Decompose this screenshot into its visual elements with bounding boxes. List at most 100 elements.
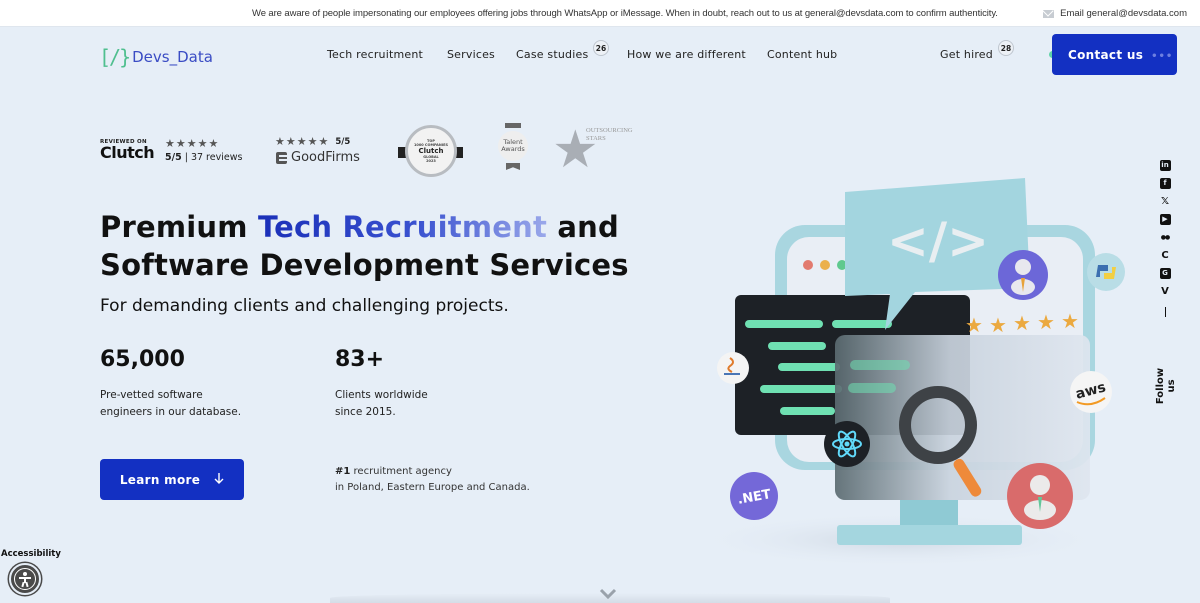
outsourcing-stars-text: OUTSOURCING STARS <box>586 127 633 143</box>
main-navigation: [/} Devs_Data Tech recruitment Services … <box>0 27 1200 87</box>
devsdata-logo[interactable]: [/} Devs_Data <box>99 45 213 69</box>
nav-content-hub[interactable]: Content hub <box>767 48 837 61</box>
medium-icon[interactable]: ●● <box>1160 232 1171 243</box>
clutch-review-logo[interactable]: REVIEWED ON Clutch <box>100 139 155 162</box>
talent-awards-badge: Talent Awards <box>498 123 528 175</box>
clutch-score: 5/5 | 37 reviews <box>165 152 243 163</box>
clutch-icon[interactable]: C <box>1160 250 1171 261</box>
agency-line1: recruitment agency <box>350 466 452 477</box>
goodfirms-icon <box>276 151 287 164</box>
facebook-icon[interactable]: f <box>1159 178 1171 189</box>
stat-line: Pre-vetted software <box>100 389 203 401</box>
nav-tech-recruitment[interactable]: Tech recruitment <box>327 48 423 61</box>
code-line <box>832 320 892 328</box>
award-text: Awards <box>501 145 525 153</box>
stat-engineers-value: 65,000 <box>100 347 185 372</box>
linkedin-icon[interactable]: in <box>1159 160 1171 171</box>
five-stars-icon: ★ ★ ★ ★ ★ <box>965 309 1079 337</box>
code-line <box>745 320 823 328</box>
nav-case-studies[interactable]: Case studies <box>516 48 588 61</box>
window-dot-yellow <box>820 260 830 270</box>
clutch-brand: Clutch <box>100 143 155 162</box>
email-label: Email general@devsdata.com <box>1060 8 1187 19</box>
stat-line: Clients worldwide <box>335 389 428 401</box>
window-dot-red <box>803 260 813 270</box>
blurred-code-line <box>848 383 896 393</box>
python-badge-icon <box>1087 253 1125 291</box>
follow-us-label: Follow us <box>1155 367 1177 405</box>
java-badge-icon <box>717 352 749 384</box>
agency-rank: #1 <box>335 466 351 477</box>
nav-how-we-are-different[interactable]: How we are different <box>627 48 746 61</box>
monitor-neck <box>900 500 958 528</box>
clutch-review-count: 37 reviews <box>190 152 243 163</box>
award-top-bar <box>505 123 521 128</box>
x-icon[interactable]: 𝕏 <box>1160 196 1171 207</box>
svg-text:★: ★ <box>1061 309 1079 333</box>
clutch-stars-icon: ★★★★★ <box>165 137 220 150</box>
accessibility-label: Accessibility <box>1 549 61 559</box>
award-text: STARS <box>586 135 606 142</box>
award-bottom-ribbon <box>506 163 520 170</box>
award-seal: TOP 1000 COMPANIES Clutch GLOBAL 2023 <box>405 125 457 177</box>
award-year: 2023 <box>426 159 436 163</box>
agency-ranking: #1 recruitment agency in Poland, Eastern… <box>335 464 530 496</box>
goodfirms-score: 5/5 <box>335 136 351 147</box>
logo-text: Devs_Data <box>132 48 213 66</box>
computer-illustration: </> ★ ★ ★ ★ ★ .NET aws <box>690 178 1125 568</box>
blurred-code-line <box>850 360 910 370</box>
clutch-score-value: 5/5 <box>165 152 182 163</box>
svg-text:★: ★ <box>1037 310 1055 334</box>
goodfirms-logo[interactable]: GoodFirms <box>276 150 360 165</box>
arrow-down-icon <box>214 472 224 488</box>
hero-illustration: </> ★ ★ ★ ★ ★ .NET aws <box>690 170 1150 590</box>
stat-line: engineers in our database. <box>100 406 242 418</box>
vimeo-icon[interactable]: V <box>1160 286 1171 297</box>
dots-icon: ••• <box>1151 51 1174 62</box>
scroll-down-chevron-icon[interactable] <box>598 586 618 600</box>
nav-services[interactable]: Services <box>447 48 495 61</box>
svg-text:★: ★ <box>965 313 983 337</box>
stat-clients-value: 83+ <box>335 347 385 372</box>
code-line <box>760 385 842 393</box>
nav-get-hired[interactable]: Get hired <box>940 48 993 61</box>
mail-icon <box>1043 9 1055 18</box>
contact-us-button[interactable]: Contact us ••• <box>1052 34 1177 75</box>
goodfirms-stars-icon: ★★★★★ <box>275 135 330 148</box>
headline-post: Services <box>479 248 629 282</box>
stat-clients-description: Clients worldwide since 2015. <box>335 387 428 421</box>
social-divider <box>1164 307 1166 317</box>
email-link[interactable]: Email general@devsdata.com <box>1043 8 1187 19</box>
svg-text:★: ★ <box>989 313 1007 337</box>
outsourcing-stars-badge: ★ OUTSOURCING STARS <box>552 124 642 176</box>
headline-pre: Premium <box>100 210 258 244</box>
stat-engineers-description: Pre-vetted software engineers in our dat… <box>100 387 241 421</box>
award-text: OUTSOURCING <box>586 127 633 134</box>
goodfirms-brand: GoodFirms <box>291 150 360 165</box>
code-symbol: </> <box>887 212 989 270</box>
announcement-bar: We are aware of people impersonating our… <box>0 0 1200 27</box>
social-links: in f 𝕏 ▶ ●● C G V <box>1158 160 1172 317</box>
code-line <box>780 407 835 415</box>
learn-more-label: Learn more <box>119 472 201 487</box>
clutch-top-1000-award-badge: TOP 1000 COMPANIES Clutch GLOBAL 2023 <box>398 125 463 180</box>
monitor-base <box>837 525 1022 545</box>
award-brand: Clutch <box>418 147 444 155</box>
goodfirms-icon[interactable]: G <box>1159 268 1171 279</box>
svg-text:★: ★ <box>1013 311 1031 335</box>
youtube-icon[interactable]: ▶ <box>1159 214 1171 225</box>
accessibility-button[interactable] <box>9 563 41 595</box>
headline-mid: and <box>547 210 619 244</box>
learn-more-button[interactable]: Learn more <box>100 459 244 500</box>
stat-line: since 2015. <box>335 406 396 418</box>
case-studies-count-badge: 26 <box>593 40 609 56</box>
code-line <box>768 342 826 350</box>
accessibility-icon <box>14 568 36 590</box>
hero-subheadline: For demanding clients and challenging pr… <box>100 296 509 316</box>
hero-headline: Premium Tech Recruitment and Software De… <box>100 208 629 284</box>
impersonation-notice: We are aware of people impersonating our… <box>252 8 998 19</box>
goodfirms-rating: ★★★★★ 5/5 <box>275 135 350 148</box>
logo-mark-icon: [/} <box>99 45 131 69</box>
headline-bold: Software Development <box>100 248 480 282</box>
get-hired-count-badge: 28 <box>998 40 1014 56</box>
